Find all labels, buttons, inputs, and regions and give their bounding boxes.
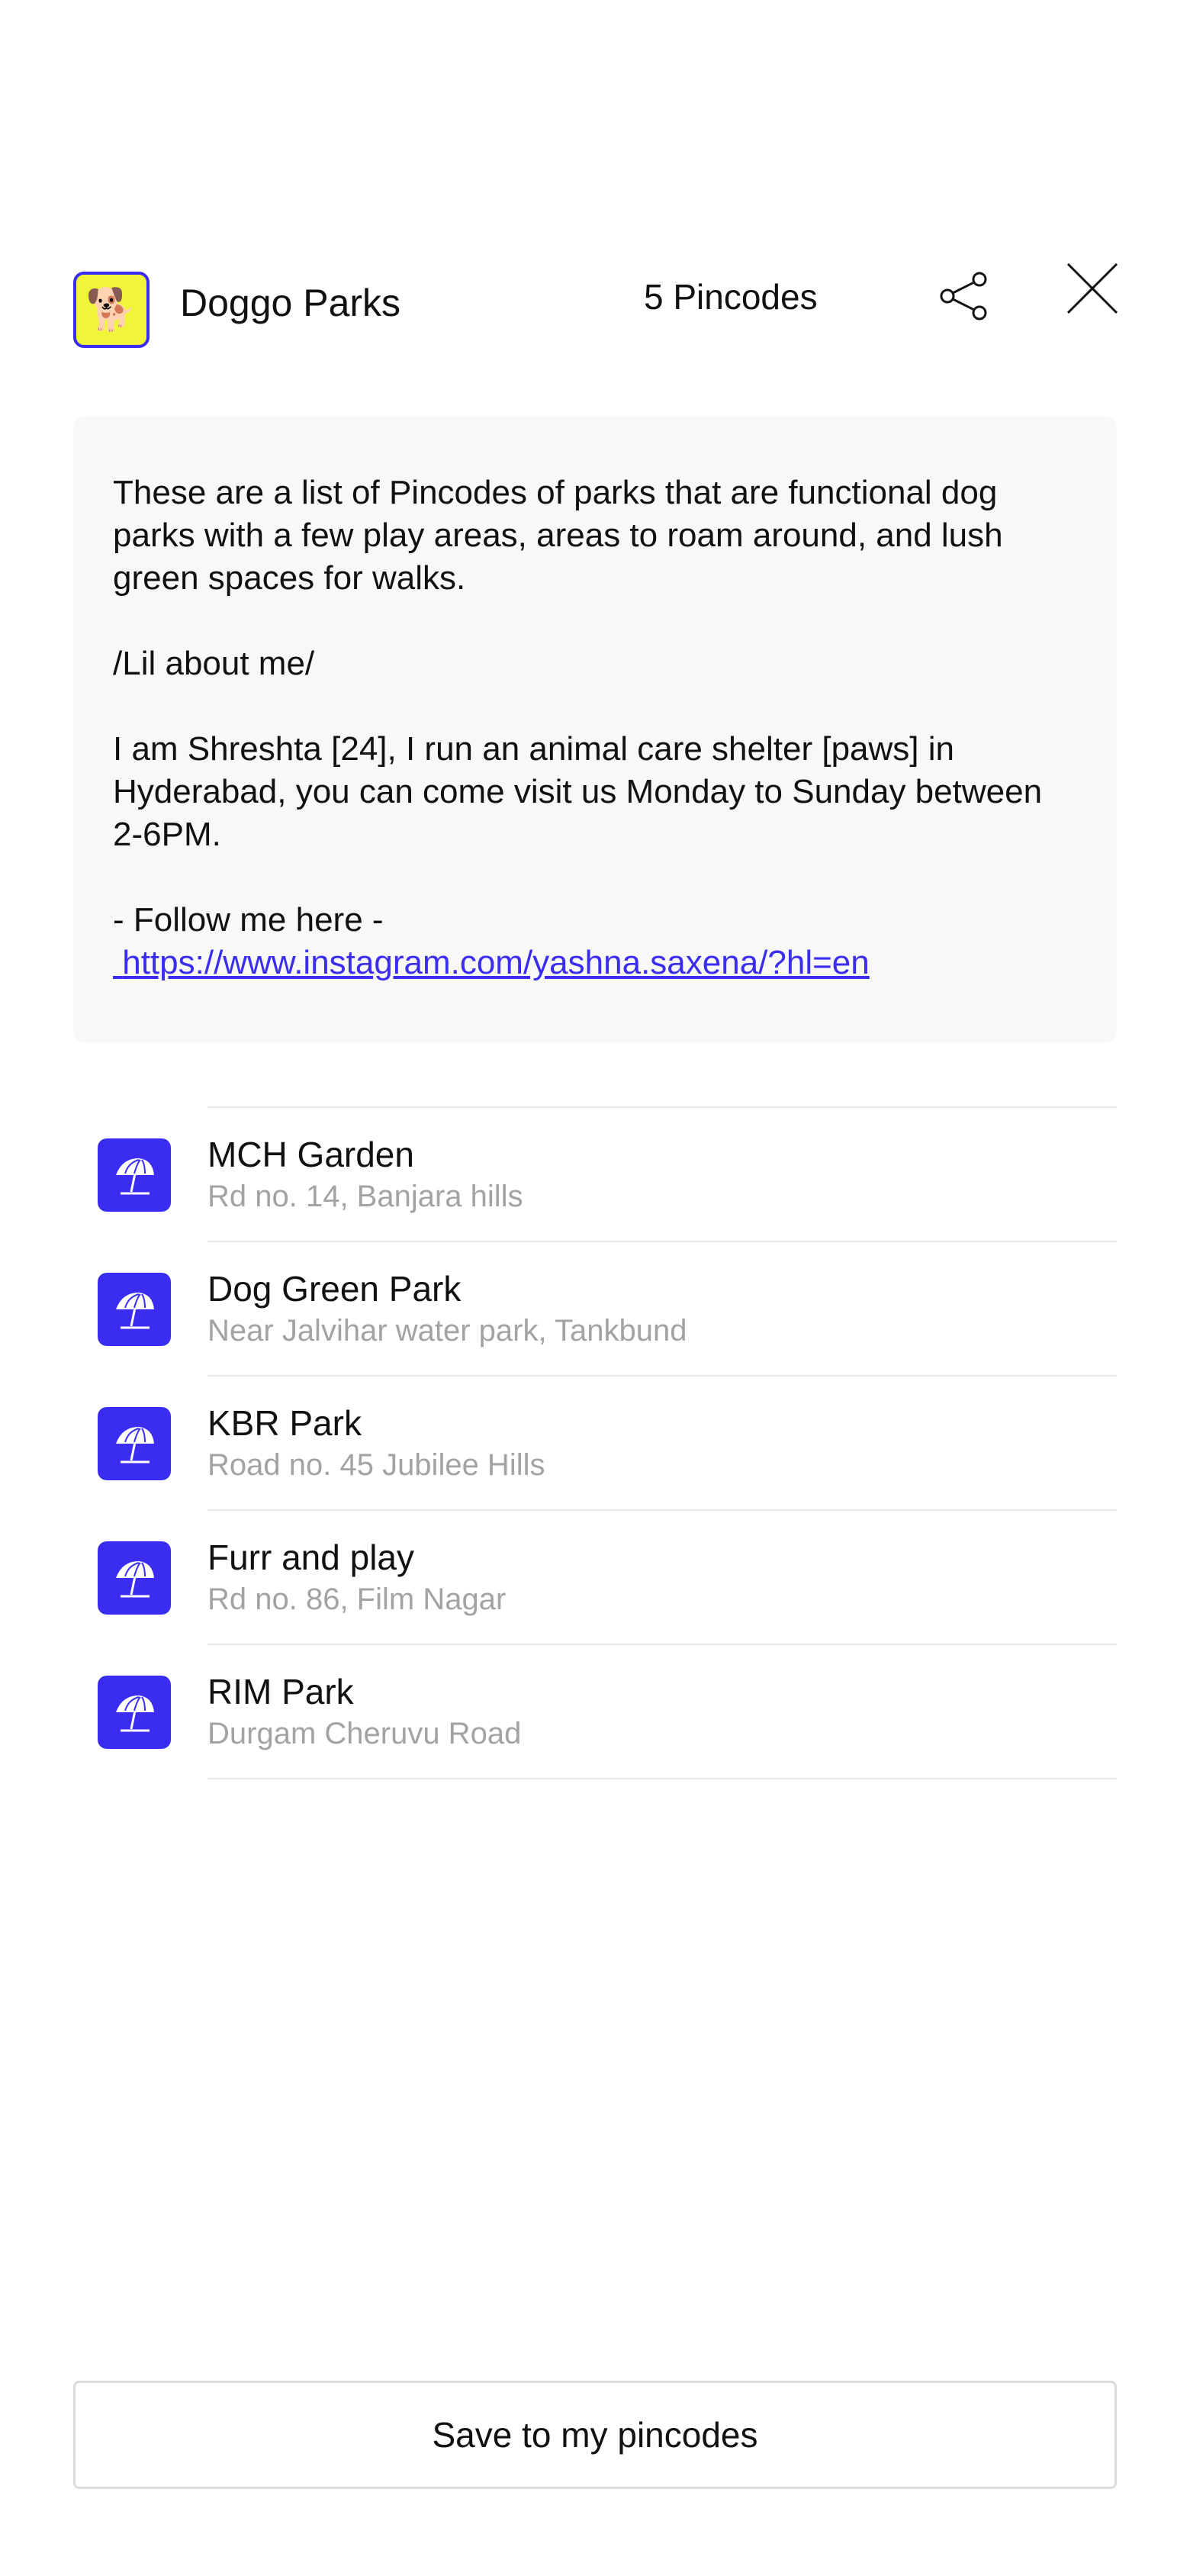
instagram-link[interactable]: https://www.instagram.com/yashna.saxena/… (113, 944, 870, 981)
park-name: RIM Park (207, 1672, 354, 1711)
beach-umbrella-icon (98, 1138, 171, 1212)
close-button[interactable] (1056, 252, 1129, 325)
share-button[interactable] (928, 259, 1001, 333)
share-icon (940, 272, 987, 320)
beach-umbrella-icon (98, 1273, 171, 1346)
park-name: MCH Garden (207, 1135, 414, 1174)
save-to-pincodes-button[interactable]: Save to my pincodes (73, 2381, 1117, 2489)
list-item[interactable]: KBR Park Road no. 45 Jubilee Hills (73, 1377, 1117, 1511)
follow-label: - Follow me here - (113, 901, 384, 939)
park-address: Rd no. 86, Film Nagar (207, 1583, 507, 1616)
page-title: Doggo Parks (180, 282, 401, 324)
park-name: KBR Park (207, 1403, 362, 1443)
bio-text: Hyderabad, you can come visit us Monday … (113, 773, 1043, 810)
list-item[interactable]: Furr and play Rd no. 86, Film Nagar (73, 1511, 1117, 1645)
description-text: These are a list of Pincodes of parks th… (113, 474, 998, 511)
list-item[interactable]: Dog Green Park Near Jalvihar water park,… (73, 1242, 1117, 1377)
divider (207, 1778, 1117, 1779)
bio-text: I am Shreshta [24], I run an animal care… (113, 730, 954, 768)
park-address: Rd no. 14, Banjara hills (207, 1180, 523, 1213)
beach-umbrella-icon (98, 1676, 171, 1749)
description-card: These are a list of Pincodes of parks th… (73, 417, 1117, 1042)
park-address: Road no. 45 Jubilee Hills (207, 1448, 545, 1482)
list-item[interactable]: MCH Garden Rd no. 14, Banjara hills (73, 1108, 1117, 1242)
description-text: green spaces for walks. (113, 559, 466, 597)
header: 🐕 Doggo Parks 5 Pincodes (73, 252, 1118, 366)
app-icon: 🐕 (73, 272, 150, 348)
close-icon (1066, 262, 1118, 314)
beach-umbrella-icon (98, 1541, 171, 1615)
dog-icon: 🐕 (85, 287, 137, 333)
park-address: Near Jalvihar water park, Tankbund (207, 1314, 687, 1348)
list-item[interactable]: RIM Park Durgam Cheruvu Road (73, 1645, 1117, 1779)
park-address: Durgam Cheruvu Road (207, 1717, 522, 1750)
description-text: parks with a few play areas, areas to ro… (113, 517, 1003, 554)
bio-text: 2-6PM. (113, 816, 221, 853)
about-heading: /Lil about me/ (113, 645, 315, 682)
beach-umbrella-icon (98, 1407, 171, 1480)
pincode-count: 5 Pincodes (644, 277, 818, 317)
park-name: Furr and play (207, 1538, 415, 1577)
park-name: Dog Green Park (207, 1269, 462, 1309)
